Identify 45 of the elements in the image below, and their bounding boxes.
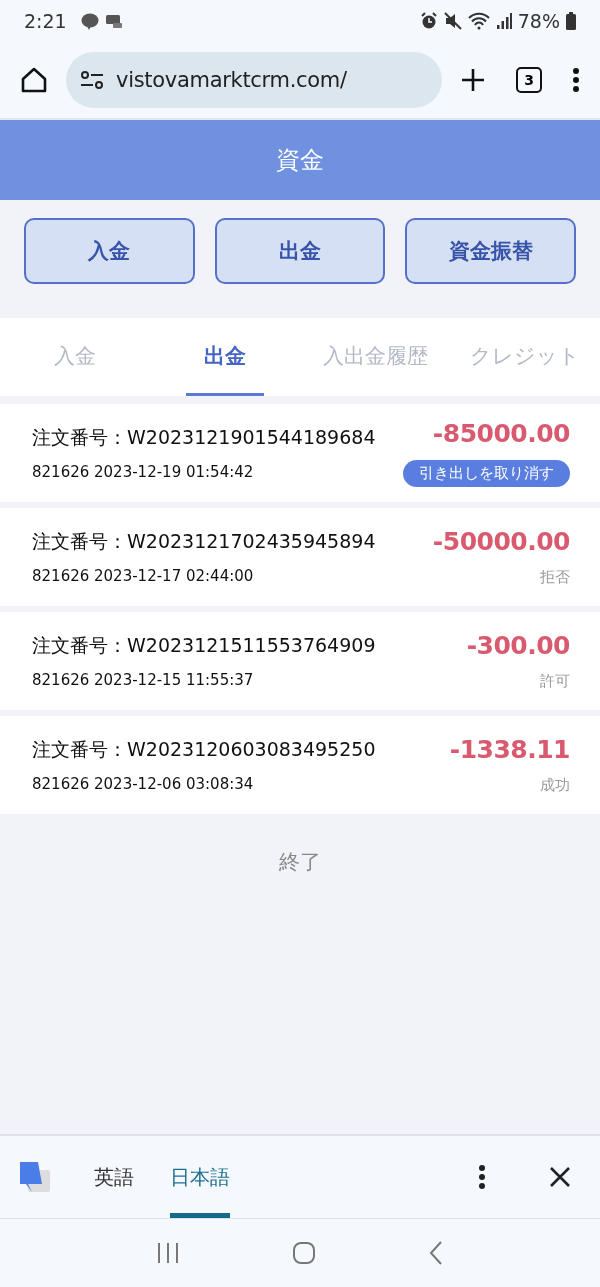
mute-icon [443,12,462,30]
recent-apps-icon[interactable] [156,1241,180,1265]
action-button[interactable]: 出金 [214,218,386,284]
back-icon[interactable] [428,1241,444,1265]
order-number: 注文番号：W2023121702435945894 [32,529,376,554]
amount: -300.00 [466,631,570,660]
order-meta: 821626 2023-12-15 11:55:37 [32,671,255,689]
chat-bubble-icon [80,12,99,30]
order-number: 注文番号：W2023121511553764909 [32,633,376,658]
site-settings-icon[interactable] [80,69,104,91]
end-text: 終了 [278,849,322,876]
more-icon[interactable] [478,1164,486,1190]
menu-icon[interactable] [572,67,580,93]
order-status: 成功 [540,776,570,795]
signal-icon [495,13,512,29]
order-number: 注文番号：W2023121901544189684 [32,425,376,450]
wifi-icon [467,12,490,30]
new-tab-icon[interactable] [460,67,486,93]
order-meta: 821626 2023-12-19 01:54:42 [32,463,255,481]
close-icon[interactable] [550,1167,570,1187]
page-title: 資金 [276,145,324,176]
home-button-icon[interactable] [292,1241,316,1265]
battery-icon [566,12,576,30]
order-meta: 821626 2023-12-06 03:08:34 [32,775,255,793]
cancel-withdrawal-button[interactable]: 引き出しを取り消す [403,460,570,487]
clock-time: 2:21 [24,10,67,32]
action-button[interactable]: 入金 [24,218,195,284]
action-button[interactable]: 資金振替 [405,218,576,284]
url-text: vistovamarktcrm.com/ [116,68,347,92]
tab[interactable]: 出金 [186,318,264,396]
alarm-icon [419,12,438,30]
amount: -1338.11 [449,735,570,764]
home-icon[interactable] [20,66,48,94]
order-status: 許可 [540,672,570,691]
order-number: 注文番号：W2023120603083495250 [32,737,376,762]
translate-icon[interactable] [18,1160,52,1194]
amount: -50000.00 [432,527,570,556]
address-bar[interactable]: vistovamarktcrm.com/ [66,52,442,108]
voicemail-icon [104,13,123,29]
language-tab[interactable]: 英語 [94,1136,134,1218]
order-status: 拒否 [540,568,570,587]
battery-percent: 78% [517,10,560,32]
tab-count-button[interactable]: 3 [516,67,542,93]
amount: -85000.00 [432,419,570,448]
order-meta: 821626 2023-12-17 02:44:00 [32,567,255,585]
